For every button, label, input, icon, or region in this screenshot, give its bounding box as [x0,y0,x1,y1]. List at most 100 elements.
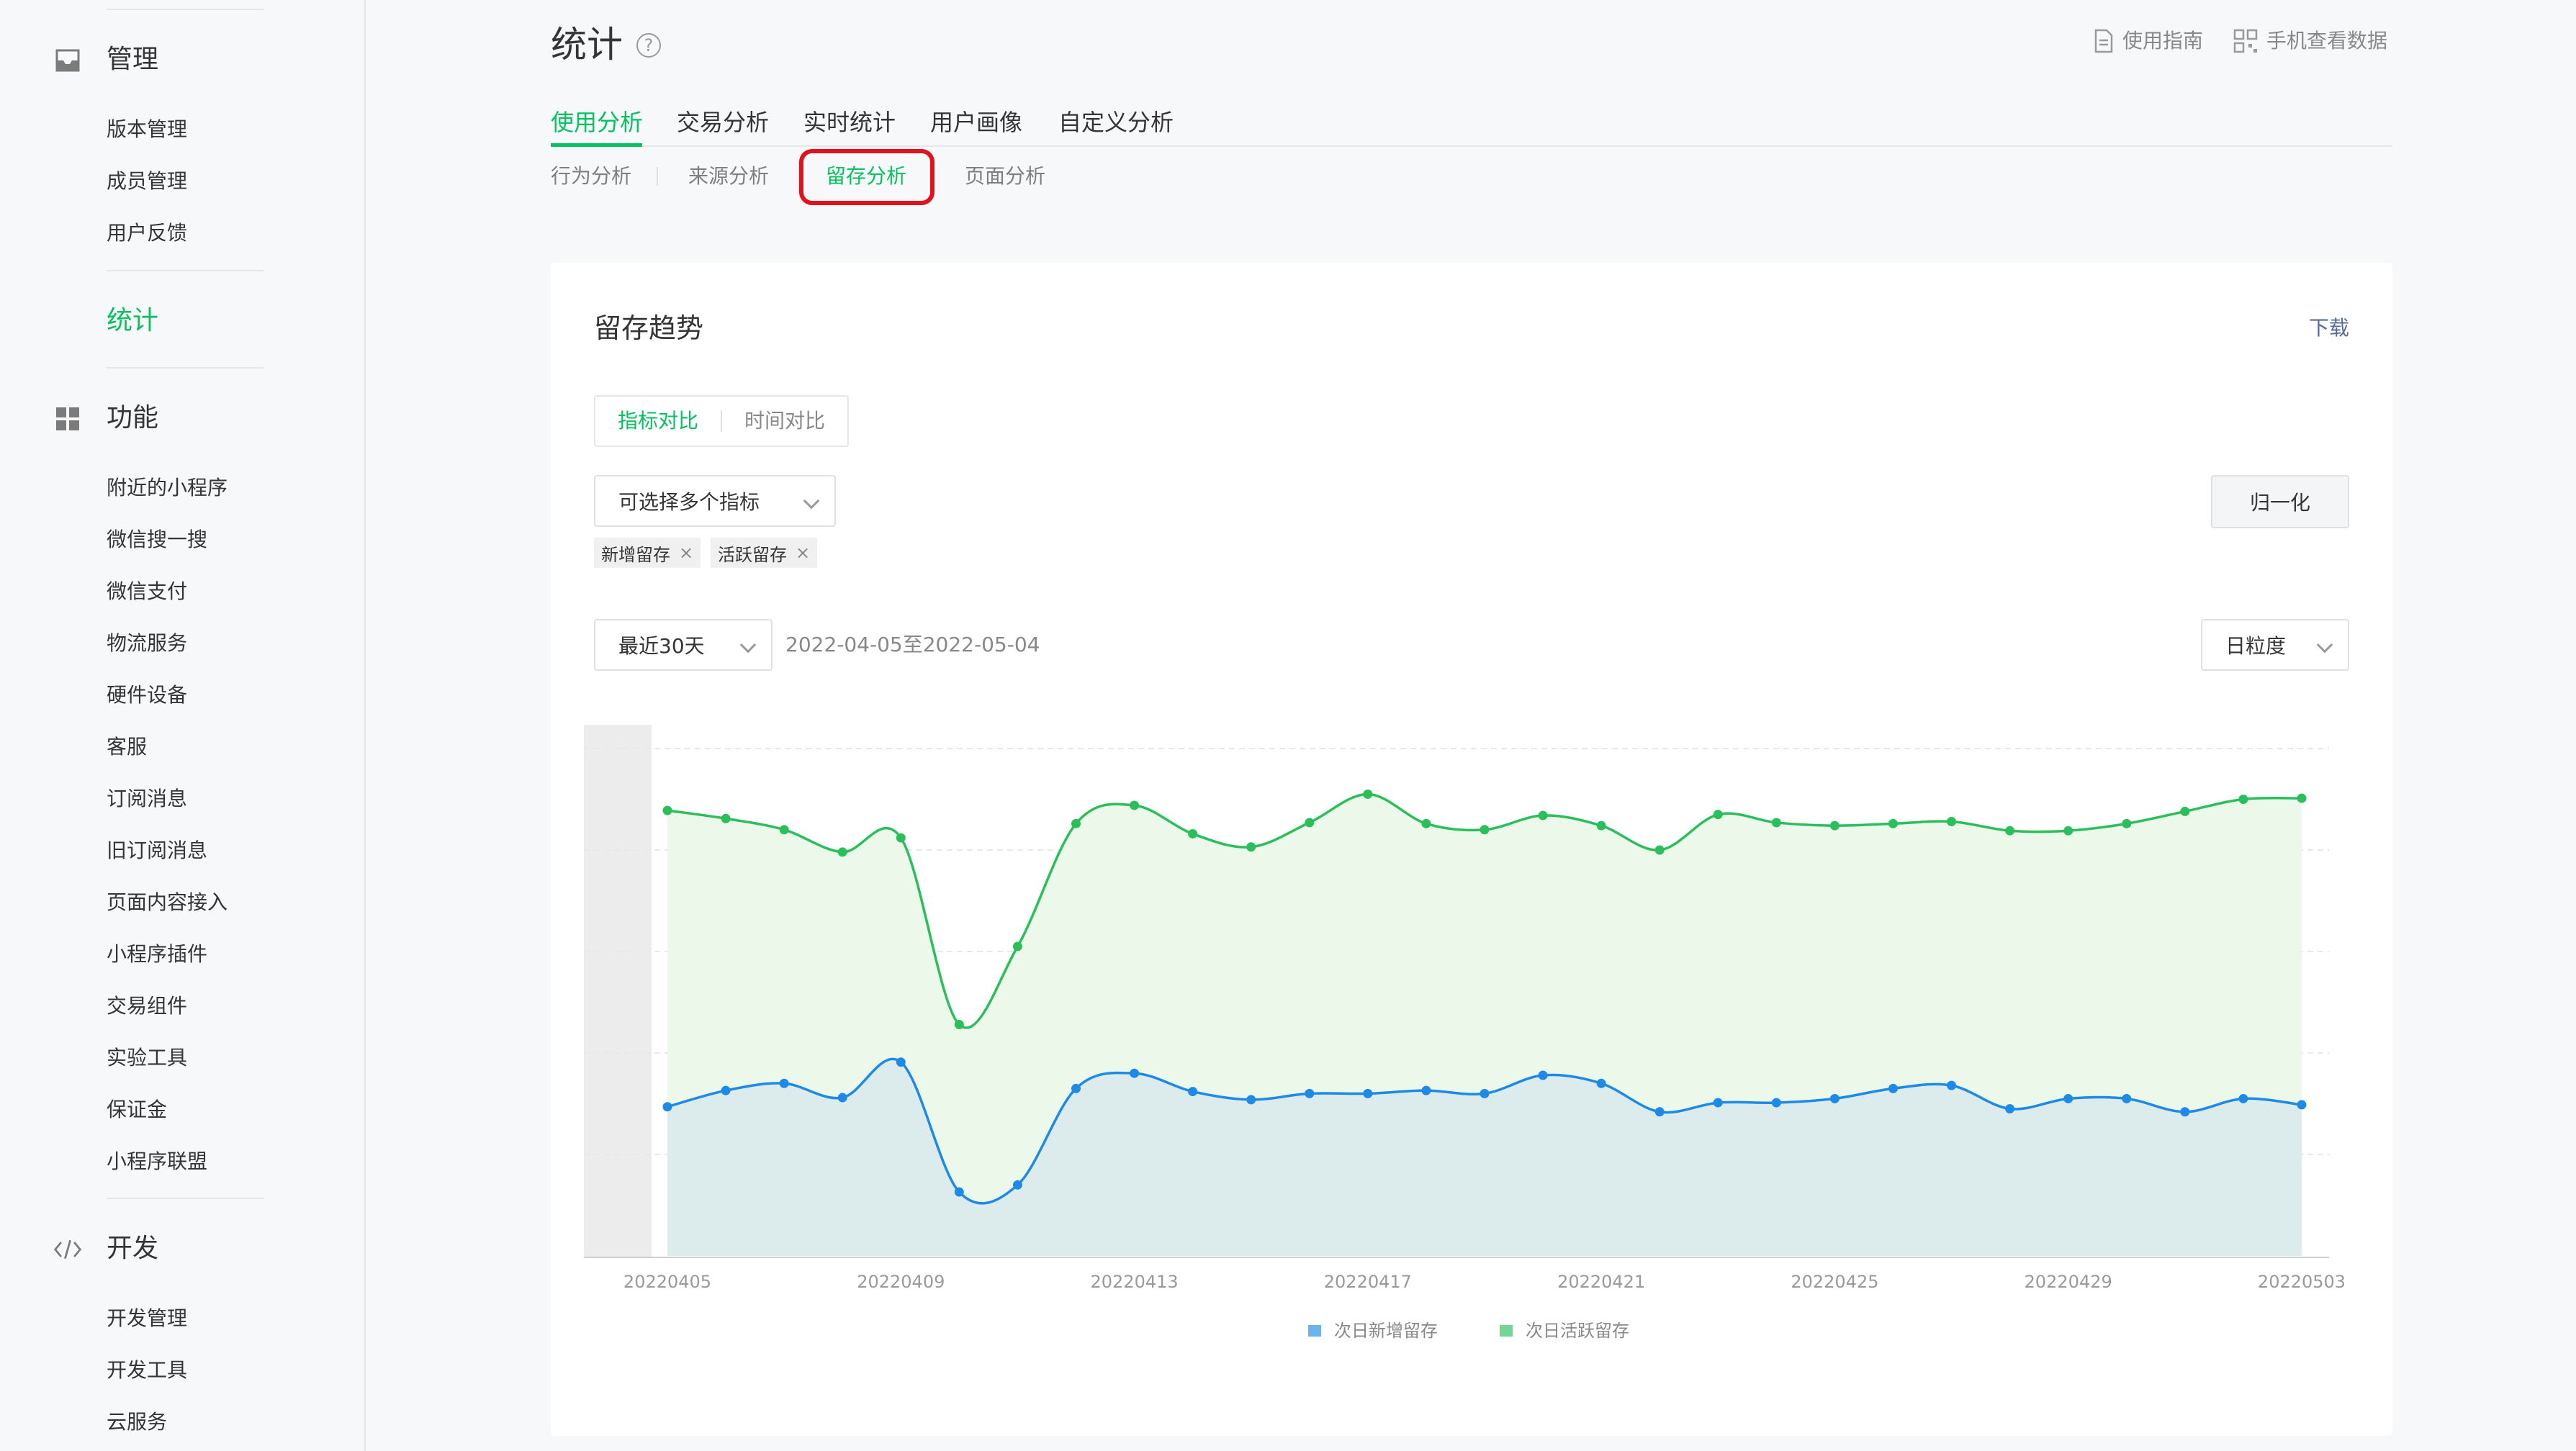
data-point [1888,818,1898,828]
data-point [721,1085,731,1095]
sidebar-item-nearby[interactable]: 附近的小程序 [107,476,228,500]
data-point [1596,821,1606,831]
sidebar-item-search[interactable]: 微信搜一搜 [107,528,207,552]
question-circle-icon[interactable]: ? [636,33,661,58]
tab-usage-analysis[interactable]: 使用分析 [551,108,643,137]
sidebar-item-trade-component[interactable]: 交易组件 [107,994,187,1018]
tab-custom-analysis[interactable]: 自定义分析 [1058,108,1174,137]
sidebar-item-page-content[interactable]: 页面内容接入 [107,890,228,915]
sidebar-item-dev-tools[interactable]: 开发工具 [107,1358,187,1383]
sidebar-item-plugins[interactable]: 小程序插件 [107,942,207,967]
data-point [1012,941,1022,951]
legend-label: 次日活跃留存 [1526,1321,1629,1341]
data-point [662,1102,672,1112]
data-point [2005,1104,2015,1114]
data-point [2297,793,2307,803]
sidebar-divider [107,9,264,10]
main-tabs-divider [551,145,2392,147]
sidebar-divider [107,367,264,369]
page-title: 统计 [551,24,623,65]
x-tick-label: 20220413 [1090,1272,1178,1292]
data-point [1538,810,1548,821]
x-tick-label: 20220409 [857,1272,945,1292]
guide-link[interactable]: 使用指南 [2094,29,2203,53]
data-point [1421,1085,1431,1095]
retention-chart: 20220405 20220409 20220413 20220417 20220421… [584,725,2346,1341]
data-point [2005,826,2015,836]
tab-trade-analysis[interactable]: 交易分析 [677,108,769,137]
x-tick-label: 20220503 [2258,1272,2346,1292]
subtab-retention[interactable]: 留存分析 [826,164,906,189]
subtab-source[interactable]: 来源分析 [688,164,769,189]
data-point [1363,1088,1373,1098]
sidebar-item-version[interactable]: 版本管理 [107,117,187,142]
data-point [954,1187,964,1197]
data-point [2063,1093,2073,1103]
sidebar-item-service[interactable]: 客服 [107,735,147,759]
data-point [896,1057,906,1067]
subtab-separator [657,167,658,186]
sidebar-item-union[interactable]: 小程序联盟 [107,1149,207,1174]
sidebar-item-pay[interactable]: 微信支付 [107,579,187,604]
data-point [2238,795,2248,804]
sidebar-group-title-manage[interactable]: 管理 [107,45,158,74]
data-point [1188,1087,1198,1097]
qrcode-icon [2233,29,2258,53]
data-point [954,1020,964,1030]
data-point [1713,1098,1723,1108]
data-point [1305,1088,1315,1098]
sidebar-item-feedback[interactable]: 用户反馈 [107,221,187,245]
data-point [2238,1093,2248,1103]
data-point [779,1078,789,1088]
sidebar-item-dev-manage[interactable]: 开发管理 [107,1306,187,1331]
data-point [1480,1088,1490,1098]
document-icon [2094,29,2113,53]
data-point [1246,1095,1256,1105]
data-point [662,805,672,815]
data-point [1071,1083,1081,1093]
data-point [837,1093,847,1103]
grid-icon [53,404,82,433]
sidebar-item-lab-tools[interactable]: 实验工具 [107,1046,187,1070]
data-point [779,825,789,835]
subtab-page[interactable]: 页面分析 [965,164,1045,189]
data-point [1947,1080,1957,1090]
sidebar-divider [107,270,264,271]
sidebar-item-deposit[interactable]: 保证金 [107,1098,167,1122]
mobile-view-link-label: 手机查看数据 [2266,29,2388,53]
sidebar-group-title-features[interactable]: 功能 [107,404,158,433]
legend-label: 次日新增留存 [1334,1321,1438,1341]
guide-link-label: 使用指南 [2122,29,2204,53]
data-point [1130,800,1140,810]
data-point [1596,1078,1606,1088]
data-point [1188,828,1198,838]
sidebar-group-title-develop[interactable]: 开发 [107,1234,158,1263]
data-point [2122,818,2132,828]
tab-user-profile[interactable]: 用户画像 [930,108,1022,137]
sidebar: 管理 版本管理 成员管理 用户反馈 统计 功能 附近的小程序 微信搜一搜 微信支… [0,0,366,1451]
active-tab-underline [551,143,642,147]
data-point [1654,1107,1665,1117]
data-point [896,833,906,843]
data-point [1421,818,1431,828]
sidebar-item-statistics[interactable]: 统计 [107,307,158,335]
x-tick-label: 20220421 [1557,1272,1645,1292]
x-tick-label: 20220417 [1324,1272,1412,1292]
mobile-view-link[interactable]: 手机查看数据 [2233,29,2387,53]
inbox-icon [53,46,82,75]
data-point [2180,1107,2190,1117]
data-point [1771,1098,1781,1108]
tab-realtime[interactable]: 实时统计 [803,108,896,137]
legend-swatch [1308,1325,1321,1337]
retention-card: 留存趋势 下载 指标对比 时间对比 可选择多个指标 新增留存 × 活跃留存 × … [551,263,2392,1436]
sidebar-item-subscribe[interactable]: 订阅消息 [107,787,187,811]
sidebar-item-logistics[interactable]: 物流服务 [107,631,187,656]
data-point [1829,1093,1839,1103]
data-point [1480,825,1490,835]
sidebar-item-hardware[interactable]: 硬件设备 [107,683,187,708]
sidebar-item-cloud[interactable]: 云服务 [107,1410,167,1434]
data-point [2063,826,2073,836]
sidebar-item-members[interactable]: 成员管理 [107,169,187,194]
subtab-behavior[interactable]: 行为分析 [551,164,631,189]
sidebar-item-old-subscribe[interactable]: 旧订阅消息 [107,838,207,863]
